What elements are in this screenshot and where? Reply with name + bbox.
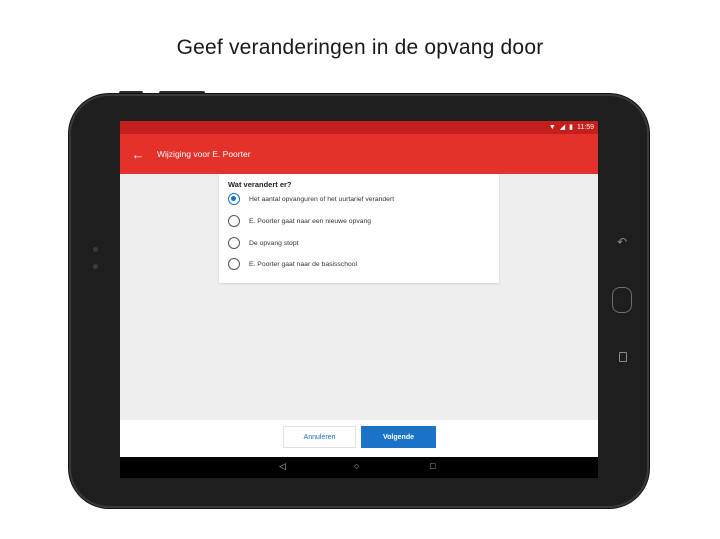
hardware-back-icon[interactable]: ↶ xyxy=(617,236,627,248)
question-card: Wat verandert er? Het aantal opvanguren … xyxy=(219,174,499,283)
option-label: E. Poorter gaat naar een nieuwe opvang xyxy=(249,217,372,225)
option-hours-or-rate[interactable]: Het aantal opvanguren of het uurtarief v… xyxy=(228,191,394,207)
option-new-childcare[interactable]: E. Poorter gaat naar een nieuwe opvang xyxy=(228,213,371,229)
option-label: De opvang stopt xyxy=(249,239,299,247)
next-button[interactable]: Volgende xyxy=(361,426,436,448)
hardware-home-button[interactable] xyxy=(612,287,632,313)
wifi-icon: ▼ xyxy=(548,124,556,131)
page-headline: Geef veranderingen in de opvang door xyxy=(176,36,544,59)
nav-back-icon[interactable]: ◁ xyxy=(279,462,286,471)
radio-checked-icon[interactable] xyxy=(228,193,240,205)
app-bar: ← Wijziging voor E. Poorter xyxy=(120,134,598,174)
radio-unchecked-icon[interactable] xyxy=(228,215,240,227)
signal-icon: ◢ xyxy=(559,124,566,131)
content-area: Wat verandert er? Het aantal opvanguren … xyxy=(120,174,598,420)
option-label: E. Poorter gaat naar de basisschool xyxy=(249,260,358,268)
app-screen: ▼ ◢ ▮ 11:59 ← Wijziging voor E. Poorter … xyxy=(120,121,598,478)
option-primary-school[interactable]: E. Poorter gaat naar de basisschool xyxy=(228,256,357,272)
option-label: Het aantal opvanguren of het uurtarief v… xyxy=(249,195,395,203)
sensor-icon xyxy=(93,264,98,269)
hardware-recents-icon[interactable] xyxy=(619,352,627,362)
battery-icon: ▮ xyxy=(569,124,573,131)
footer-bar: Annuleren Volgende xyxy=(120,420,598,457)
camera-icon xyxy=(93,247,98,252)
system-nav-bar: ◁ ○ □ xyxy=(120,457,598,478)
radio-unchecked-icon[interactable] xyxy=(228,237,240,249)
app-bar-title: Wijziging voor E. Poorter xyxy=(157,149,251,159)
nav-recents-icon[interactable]: □ xyxy=(430,462,435,471)
arrow-left-icon[interactable]: ← xyxy=(120,148,156,161)
question-title: Wat verandert er? xyxy=(228,180,292,189)
status-bar: ▼ ◢ ▮ 11:59 xyxy=(120,121,598,134)
status-time: 11:59 xyxy=(577,124,594,131)
radio-unchecked-icon[interactable] xyxy=(228,258,240,270)
option-childcare-stops[interactable]: De opvang stopt xyxy=(228,235,299,251)
nav-home-icon[interactable]: ○ xyxy=(354,462,359,471)
cancel-button[interactable]: Annuleren xyxy=(283,426,356,448)
